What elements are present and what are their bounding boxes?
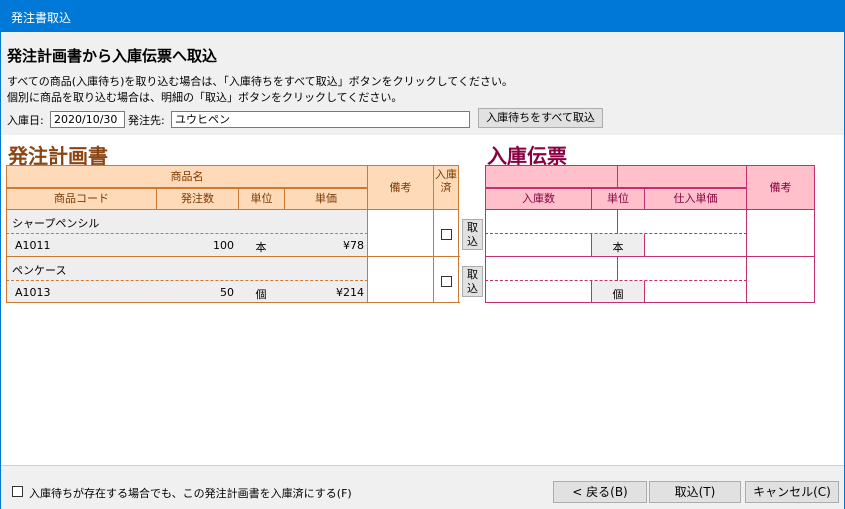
force-complete-checkbox[interactable] [12, 486, 23, 497]
receipt-row-1-price[interactable] [644, 234, 747, 257]
order-row-2-unit: 個 [238, 281, 285, 303]
order-row-2-name: ペンケース [6, 257, 368, 281]
order-row-1-code: A1011 [6, 234, 157, 257]
header-product-code: 商品コード [6, 188, 157, 210]
back-button[interactable]: < 戻る(B) [553, 481, 647, 503]
header-received-qty: 入庫数 [485, 188, 592, 210]
receipt-date-label: 入庫日: [7, 114, 44, 127]
receipt-row-1-unit: 本 [591, 234, 645, 257]
order-row-2-code: A1013 [6, 281, 157, 303]
force-complete-label[interactable]: 入庫待ちが存在する場合でも、この発注計画書を入庫済にする(F) [29, 485, 352, 501]
order-row-2-remarks [367, 257, 434, 303]
order-row-1-remarks [367, 210, 434, 257]
title-bar: 発注書取込 [1, 1, 844, 32]
header-unit: 単位 [238, 188, 285, 210]
header-purchase-price: 仕入単価 [644, 188, 747, 210]
instruction-text-1: すべての商品(入庫待ち)を取り込む場合は、「入庫待ちをすべて取込」ボタンをクリッ… [7, 75, 513, 88]
header-unit-price: 単価 [284, 188, 368, 210]
supplier-label: 発注先: [128, 114, 165, 127]
page-title: 発注計画書から入庫伝票へ取込 [7, 47, 218, 65]
receipt-row-2-divider [617, 257, 618, 281]
header-receipt-remarks: 備考 [746, 165, 815, 210]
detail-area: 発注計画書 商品名 商品コード 発注数 単位 単価 備考 入庫済 シャープペンシ… [1, 135, 844, 465]
instruction-text-2: 個別に商品を取り込む場合は、明細の「取込」ボタンをクリックしてください。 [7, 91, 403, 104]
order-row-2-received-cell [433, 257, 459, 303]
receipt-row-1-top [485, 210, 747, 234]
header-panel: 発注計画書から入庫伝票へ取込 すべての商品(入庫待ち)を取り込む場合は、「入庫待… [1, 32, 844, 135]
receipt-date-field[interactable]: 2020/10/30 [50, 111, 125, 128]
order-row-2-received-checkbox[interactable] [441, 276, 452, 287]
header-received: 入庫済 [433, 165, 459, 210]
order-row-2-bottom-border [6, 302, 460, 303]
order-row-1-unit: 本 [238, 234, 285, 257]
import-all-button[interactable]: 入庫待ちをすべて取込 [478, 108, 603, 128]
import-button[interactable]: 取込(T) [649, 481, 741, 503]
header-remarks: 備考 [367, 165, 434, 210]
dialog-window: 発注書取込 発注計画書から入庫伝票へ取込 すべての商品(入庫待ち)を取り込む場合… [0, 0, 845, 509]
row-2-import-button[interactable]: 取込 [462, 266, 483, 297]
order-row-1-received-checkbox[interactable] [441, 229, 452, 240]
receipt-row-2-top [485, 257, 747, 281]
receipt-row-2-unit: 個 [591, 281, 645, 303]
header-order-qty: 発注数 [156, 188, 239, 210]
receipt-row-1-qty[interactable] [485, 234, 592, 257]
header-receipt-blank-1 [485, 165, 618, 188]
receipt-row-1-divider [617, 210, 618, 234]
row-1-import-button[interactable]: 取込 [462, 219, 483, 250]
order-row-1-name: シャープペンシル [6, 210, 368, 234]
cancel-button[interactable]: キャンセル(C) [745, 481, 839, 503]
receipt-row-2-remarks[interactable] [746, 257, 815, 303]
order-row-1-received-cell [433, 210, 459, 257]
order-row-2-qty: 50 [156, 281, 239, 303]
receipt-row-2-price[interactable] [644, 281, 747, 303]
header-receipt-unit: 単位 [591, 188, 645, 210]
header-product-name: 商品名 [6, 165, 368, 188]
header-receipt-blank-2 [617, 165, 747, 188]
supplier-field[interactable]: ユウヒペン [171, 111, 470, 128]
window-title: 発注書取込 [11, 11, 72, 25]
footer-bar: 入庫待ちが存在する場合でも、この発注計画書を入庫済にする(F) < 戻る(B) … [1, 465, 844, 509]
receipt-row-2-bottom-border [485, 302, 815, 303]
order-row-2-price: ¥214 [284, 281, 368, 303]
receipt-row-1-remarks[interactable] [746, 210, 815, 257]
receipt-row-2-qty[interactable] [485, 281, 592, 303]
order-row-1-qty: 100 [156, 234, 239, 257]
order-row-1-price: ¥78 [284, 234, 368, 257]
